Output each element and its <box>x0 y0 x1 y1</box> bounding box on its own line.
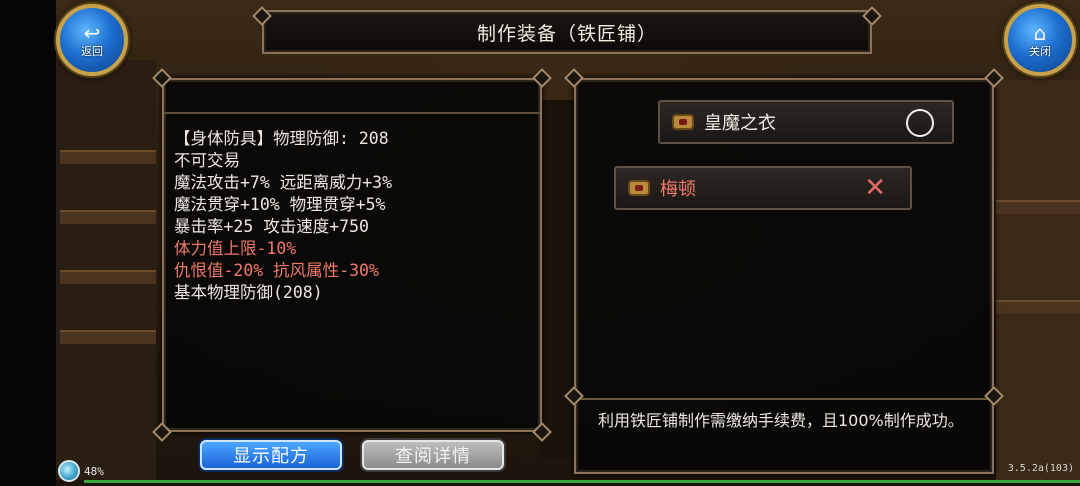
back-button-label: 返回 <box>81 44 103 58</box>
scroll-icon <box>672 114 694 130</box>
stat-line-negative: 体力值上限-10% <box>174 239 297 258</box>
material-name: 皇魔之衣 <box>704 113 776 134</box>
globe-icon <box>58 460 80 482</box>
left-screen-edge <box>0 0 56 486</box>
view-details-button[interactable]: 查阅详情 <box>362 440 504 470</box>
status-indicator: 48% <box>58 460 104 482</box>
stat-line-negative: 仇恨值-20% 抗风属性-30% <box>174 261 379 280</box>
stat-line: 暴击率+25 攻击速度+750 <box>174 217 369 236</box>
back-button[interactable]: ↩ 返回 <box>56 4 128 76</box>
stat-line: 魔法贯穿+10% 物理贯穿+5% <box>174 195 386 214</box>
material-slot[interactable]: 皇魔之衣 <box>658 100 954 144</box>
battery-percent: 48% <box>84 464 104 478</box>
stat-line: 不可交易 <box>174 151 240 170</box>
materials-panel: 皇魔之衣 梅顿 ✕ 利用铁匠铺制作需缴纳手续费，且100%制作成功。 <box>574 78 994 474</box>
check-circle-icon <box>906 109 934 137</box>
page-title: 制作装备（铁匠铺） <box>476 22 657 45</box>
stat-line: 魔法攻击+7% 远距离威力+3% <box>174 173 393 192</box>
close-button[interactable]: ⌂ 关闭 <box>1004 4 1076 76</box>
back-arrow-icon: ↩ <box>83 20 101 45</box>
title-bar: 制作装备（铁匠铺） <box>262 10 872 54</box>
version-label: 3.5.2a(103) <box>1007 463 1074 474</box>
cross-icon: ✕ <box>864 173 886 203</box>
stat-line: 【身体防具】物理防御: 208 <box>174 129 389 148</box>
close-button-label: 关闭 <box>1029 44 1051 58</box>
item-info-panel-header <box>164 80 540 114</box>
show-recipe-button[interactable]: 显示配方 <box>200 440 342 470</box>
home-icon: ⌂ <box>1033 20 1047 45</box>
stat-line: 基本物理防御(208) <box>174 283 323 302</box>
item-info-panel: 【身体防具】物理防御: 208 不可交易 魔法攻击+7% 远距离威力+3% 魔法… <box>162 78 542 432</box>
material-name-missing: 梅顿 <box>660 179 696 200</box>
scroll-icon <box>628 180 650 196</box>
crafting-note: 利用铁匠铺制作需缴纳手续费，且100%制作成功。 <box>598 411 964 430</box>
item-stats-list: 【身体防具】物理防御: 208 不可交易 魔法攻击+7% 远距离威力+3% 魔法… <box>174 128 532 304</box>
status-progress-line <box>84 480 1080 483</box>
note-divider <box>576 398 992 400</box>
material-slot[interactable]: 梅顿 ✕ <box>614 166 912 210</box>
